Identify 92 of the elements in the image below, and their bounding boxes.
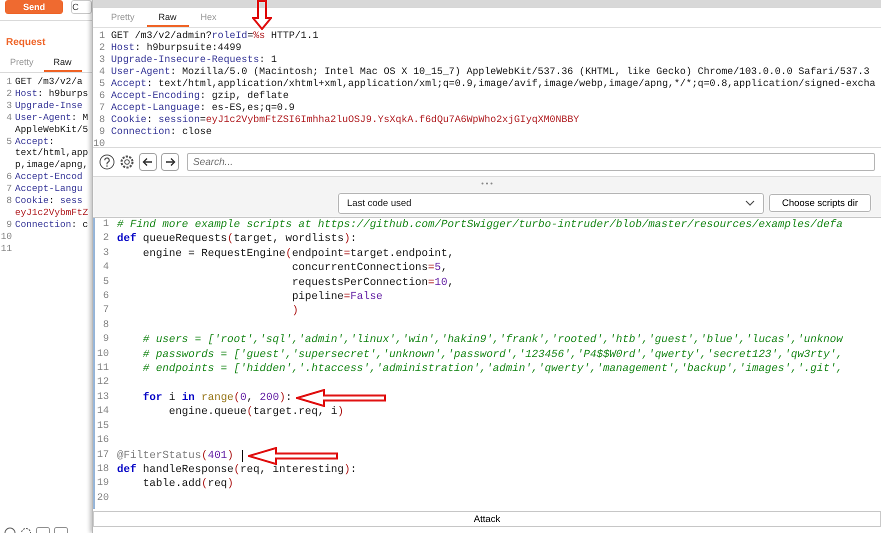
line-number: 2 [5, 88, 13, 100]
line-number: 4 [102, 261, 110, 276]
request-line: AppleWebKit/5 [15, 124, 88, 136]
request-line: Host: h9burps [15, 88, 88, 100]
request-line: Host: h9burpsuite:4499 [111, 42, 242, 54]
request-line: p,image/apng, [15, 159, 88, 172]
line-number: 4 [5, 112, 13, 124]
line-number: 10 [93, 138, 106, 150]
line-number: 1 [98, 30, 106, 42]
panel-heading: Request [6, 37, 46, 48]
line-number: 15 [96, 420, 110, 434]
request-line: Accept-Language: es-ES,es;q=0.9 [111, 102, 295, 114]
line-number: 9 [5, 218, 13, 231]
line-number: 6 [102, 290, 110, 304]
line-number: 17 [96, 448, 110, 462]
choose-scripts-button[interactable]: Choose scripts dir [769, 194, 872, 212]
line-number: 5 [102, 276, 110, 290]
request-line: text/html,app [15, 147, 88, 160]
request-line: User-Agent: M [15, 112, 88, 124]
line-number: 14 [96, 405, 110, 420]
line-number: 1 [102, 218, 110, 232]
down-arrow-annotation [252, 0, 272, 30]
line-number: 12 [96, 376, 110, 390]
code-line: for i in range(0, 200): [142, 390, 292, 406]
chevron-down-icon[interactable] [745, 200, 755, 206]
code-line: @FilterStatus(401) [117, 448, 234, 463]
line-number: 8 [5, 195, 13, 207]
line-number: 13 [96, 390, 110, 405]
line-number: 3 [5, 100, 13, 112]
line-number: 7 [5, 183, 13, 196]
request-line: Accept-Encod [15, 171, 83, 184]
request-line: GET /m3/v2/a [15, 76, 83, 88]
line-number: 8 [102, 318, 110, 333]
dropdown-value: Last code used [347, 198, 412, 208]
code-line: # Find more example scripts at https://github.com/PortSwigger/turbo-intruder/blob/master/resources/examples/defa [117, 218, 843, 232]
line-number: 11 [0, 242, 13, 255]
line-number: 1 [5, 76, 13, 88]
line-number: 20 [96, 492, 110, 506]
code-line: concurrentConnections=5, [290, 261, 448, 276]
button[interactable]: C [71, 0, 92, 14]
line-number: 8 [98, 114, 106, 126]
code-line: ) [290, 304, 298, 319]
drag-handle-icon[interactable] [481, 182, 493, 184]
tab[interactable]: Raw [44, 54, 82, 72]
code-line: pipeline=False [290, 290, 383, 304]
line-number: 9 [98, 126, 106, 138]
line-number: 3 [102, 246, 110, 261]
code-line: requestsPerConnection=10, [290, 276, 454, 290]
code-line: table.add(req) [142, 477, 234, 492]
code-line: # users = ['root','sql','admin','linux','win','hakin9','frank','rooted','htb','guest','blue','lucas','unknow [142, 333, 843, 348]
line-number: 16 [96, 434, 110, 448]
request-line: User-Agent: Mozilla/5.0 (Macintosh; Intel Mac OS X 10_15_7) AppleWebKit/537.36 (KHTML, like Gecko) Chrome/103.0.0.0 Safari/537.3 [111, 66, 870, 78]
line-number: 10 [96, 348, 110, 362]
tab[interactable]: Raw [146, 8, 189, 27]
code-line: def handleResponse(req, interesting): [117, 462, 357, 478]
code-line: # endpoints = ['hidden','.htaccess','administration','admin','qwerty','management','backup','images','.git', [142, 362, 843, 376]
request-line: Connection: c [15, 218, 88, 231]
line-number: 9 [102, 333, 110, 348]
line-number: 6 [5, 171, 13, 184]
help-icon[interactable] [99, 154, 115, 170]
request-line: Accept-Encoding: gzip, deflate [111, 90, 289, 102]
request-line: Connection: close [111, 126, 212, 138]
line-number: 5 [5, 136, 13, 148]
line-number: 6 [98, 90, 106, 102]
request-line: Cookie: session=eyJ1c2VybmFtZSI6Imhha2luOSJ9.YsXqkA.f6dQu7A6WpWho2xjGIyqXM0NBBY [111, 114, 580, 126]
settings-icon[interactable] [119, 154, 135, 170]
search-field[interactable]: Search... [187, 153, 875, 171]
line-number: 7 [98, 102, 106, 114]
line-number: 2 [98, 42, 106, 54]
line-number: 10 [0, 230, 13, 243]
line-number: 7 [102, 304, 110, 318]
request-line: Upgrade-Insecure-Requests: 1 [111, 54, 277, 66]
code-line: engine.queue(target.req, i) [168, 405, 344, 420]
code-line: # passwords = ['guest','supersecret','unknown','password','123456','P4$$W0rd','qwerty','secret123','qw3rty', [142, 348, 843, 362]
attack-button[interactable]: Attack [93, 511, 881, 527]
line-number: 18 [96, 462, 110, 477]
line-number: 2 [102, 232, 110, 246]
request-line: Accept: text/html,application/xhtml+xml,application/xml;q=0.9,image/avif,image/webp,image/apng,*/*;q=0.8,application/signed-excha [111, 78, 876, 90]
line-number: 11 [96, 362, 110, 376]
request-line: eyJ1c2VybmFtZ [15, 206, 88, 219]
request-line: Accept-Langu [15, 183, 83, 196]
request-line: Cookie: sess [15, 195, 83, 207]
code-line: engine = RequestEngine(endpoint=target.endpoint, [142, 246, 454, 262]
line-number: 4 [98, 66, 106, 78]
line-number: 5 [98, 78, 106, 90]
request-line: GET /m3/v2/admin?roleId=%s HTTP/1.1 [111, 30, 318, 42]
line-number: 19 [96, 477, 110, 492]
code-line: def queueRequests(target, wordlists): [117, 232, 357, 247]
line-number: 3 [98, 54, 106, 66]
script-dropdown[interactable]: Last code used [338, 192, 764, 214]
request-line: Accept: [15, 136, 54, 148]
request-line: Upgrade-Inse [15, 100, 83, 112]
